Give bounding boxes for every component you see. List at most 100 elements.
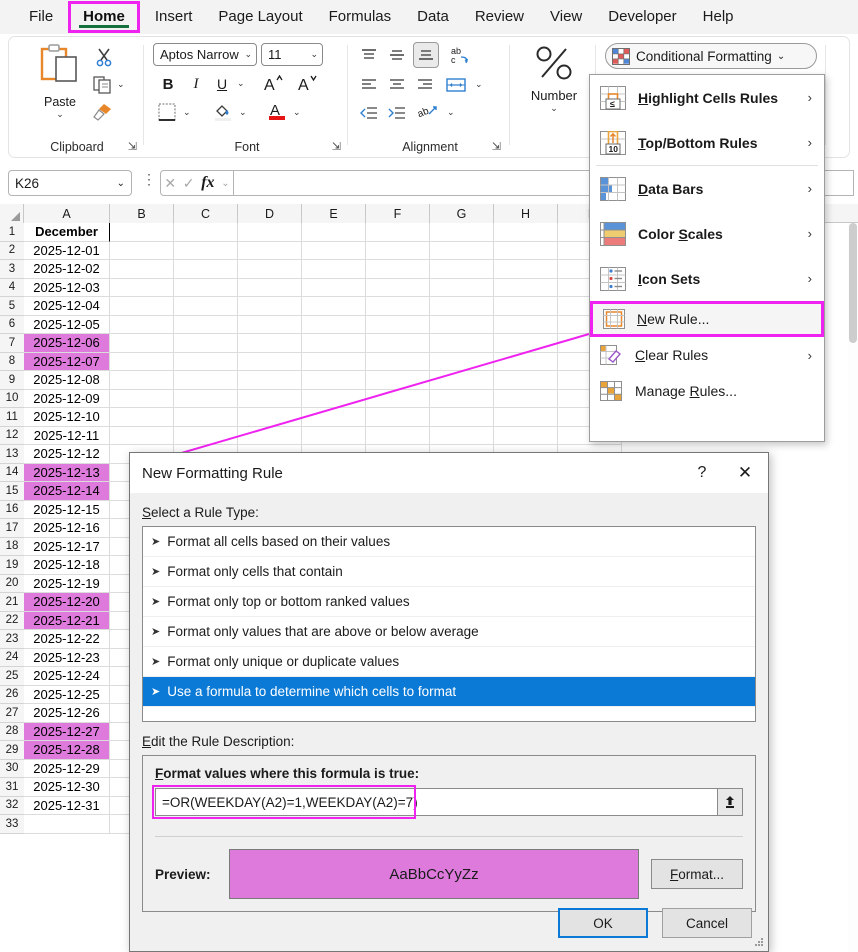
tab-review[interactable]: Review — [464, 3, 535, 31]
cut-button[interactable] — [91, 45, 117, 69]
cell-C4[interactable] — [174, 279, 238, 298]
cell-D12[interactable] — [238, 427, 302, 446]
cell-E9[interactable] — [302, 371, 366, 390]
align-left-button[interactable] — [357, 75, 381, 95]
align-top-button[interactable] — [357, 45, 381, 65]
row-header-27[interactable]: 27 — [0, 704, 24, 723]
cell-H9[interactable] — [494, 371, 558, 390]
menu-item-highlight-cells-rules[interactable]: ≤ Highlight Cells Rules › — [590, 75, 824, 120]
cell-E4[interactable] — [302, 279, 366, 298]
row-header-26[interactable]: 26 — [0, 686, 24, 705]
merge-chevron-down-icon[interactable]: ⌄ — [475, 79, 483, 90]
cell-H10[interactable] — [494, 390, 558, 409]
number-chevron-down-icon[interactable]: ⌄ — [515, 103, 593, 114]
tab-help[interactable]: Help — [692, 3, 745, 31]
underline-button[interactable]: U — [211, 73, 233, 95]
cell-E12[interactable] — [302, 427, 366, 446]
menu-item-new-rule[interactable]: New Rule... — [590, 301, 824, 337]
cell-B5[interactable] — [110, 297, 174, 316]
row-header-12[interactable]: 12 — [0, 427, 24, 446]
cell-C9[interactable] — [174, 371, 238, 390]
row-header-30[interactable]: 30 — [0, 760, 24, 779]
cell-B10[interactable] — [110, 390, 174, 409]
cell-A19[interactable]: 2025-12-18 — [24, 556, 110, 575]
cell-A18[interactable]: 2025-12-17 — [24, 538, 110, 557]
cell-B6[interactable] — [110, 316, 174, 335]
cell-F6[interactable] — [366, 316, 430, 335]
cell-H5[interactable] — [494, 297, 558, 316]
row-header-1[interactable]: 1 — [0, 223, 24, 242]
italic-button[interactable]: I — [185, 73, 207, 95]
fill-color-button[interactable] — [211, 101, 235, 123]
cell-E8[interactable] — [302, 353, 366, 372]
column-header-C[interactable]: C — [174, 204, 238, 223]
cell-E11[interactable] — [302, 408, 366, 427]
cell-B11[interactable] — [110, 408, 174, 427]
cell-H3[interactable] — [494, 260, 558, 279]
row-header-29[interactable]: 29 — [0, 741, 24, 760]
cell-B2[interactable] — [110, 242, 174, 261]
cell-B1[interactable] — [110, 223, 174, 242]
cell-E7[interactable] — [302, 334, 366, 353]
cell-F11[interactable] — [366, 408, 430, 427]
cell-D5[interactable] — [238, 297, 302, 316]
cell-A2[interactable]: 2025-12-01 — [24, 242, 110, 261]
cell-A23[interactable]: 2025-12-22 — [24, 630, 110, 649]
tab-insert[interactable]: Insert — [144, 3, 204, 31]
row-header-33[interactable]: 33 — [0, 815, 24, 834]
row-header-15[interactable]: 15 — [0, 482, 24, 501]
cell-A8[interactable]: 2025-12-07 — [24, 353, 110, 372]
rule-type-list[interactable]: ➤Format all cells based on their values➤… — [142, 526, 756, 722]
cell-G3[interactable] — [430, 260, 494, 279]
cell-G7[interactable] — [430, 334, 494, 353]
bold-button[interactable]: B — [157, 73, 179, 95]
number-format-button[interactable]: Number ⌄ — [515, 43, 593, 114]
cell-D3[interactable] — [238, 260, 302, 279]
row-header-19[interactable]: 19 — [0, 556, 24, 575]
rule-type-option-1[interactable]: ➤Format only cells that contain — [143, 557, 755, 587]
cell-A30[interactable]: 2025-12-29 — [24, 760, 110, 779]
cell-D10[interactable] — [238, 390, 302, 409]
cell-G8[interactable] — [430, 353, 494, 372]
cell-H6[interactable] — [494, 316, 558, 335]
cell-F5[interactable] — [366, 297, 430, 316]
cell-A22[interactable]: 2025-12-21 — [24, 612, 110, 631]
cell-D11[interactable] — [238, 408, 302, 427]
cell-A31[interactable]: 2025-12-30 — [24, 778, 110, 797]
cell-A16[interactable]: 2025-12-15 — [24, 501, 110, 520]
cell-F7[interactable] — [366, 334, 430, 353]
ok-button[interactable]: OK — [558, 908, 648, 938]
cell-C11[interactable] — [174, 408, 238, 427]
column-header-G[interactable]: G — [430, 204, 494, 223]
row-header-25[interactable]: 25 — [0, 667, 24, 686]
row-header-16[interactable]: 16 — [0, 501, 24, 520]
cell-D9[interactable] — [238, 371, 302, 390]
row-header-6[interactable]: 6 — [0, 316, 24, 335]
format-button[interactable]: Format... — [651, 859, 743, 889]
paste-chevron-down-icon[interactable]: ⌄ — [31, 109, 89, 120]
cell-A11[interactable]: 2025-12-10 — [24, 408, 110, 427]
cell-A26[interactable]: 2025-12-25 — [24, 686, 110, 705]
cell-G2[interactable] — [430, 242, 494, 261]
collapse-dialog-button[interactable] — [717, 788, 743, 816]
copy-chevron-down-icon[interactable]: ⌄ — [117, 79, 125, 90]
row-header-20[interactable]: 20 — [0, 575, 24, 594]
cell-A15[interactable]: 2025-12-14 — [24, 482, 110, 501]
font-dialog-launcher-icon[interactable]: ⇲ — [332, 140, 341, 153]
cell-E1[interactable] — [302, 223, 366, 242]
cell-B7[interactable] — [110, 334, 174, 353]
cell-C8[interactable] — [174, 353, 238, 372]
cell-G12[interactable] — [430, 427, 494, 446]
increase-font-size-button[interactable]: A — [261, 71, 285, 95]
row-header-2[interactable]: 2 — [0, 242, 24, 261]
cell-B12[interactable] — [110, 427, 174, 446]
column-header-E[interactable]: E — [302, 204, 366, 223]
row-header-14[interactable]: 14 — [0, 464, 24, 483]
cell-H2[interactable] — [494, 242, 558, 261]
cell-A4[interactable]: 2025-12-03 — [24, 279, 110, 298]
rule-type-option-4[interactable]: ➤Format only unique or duplicate values — [143, 647, 755, 677]
cell-A28[interactable]: 2025-12-27 — [24, 723, 110, 742]
increase-indent-button[interactable] — [385, 103, 409, 123]
align-right-button[interactable] — [413, 75, 437, 95]
cell-F1[interactable] — [366, 223, 430, 242]
